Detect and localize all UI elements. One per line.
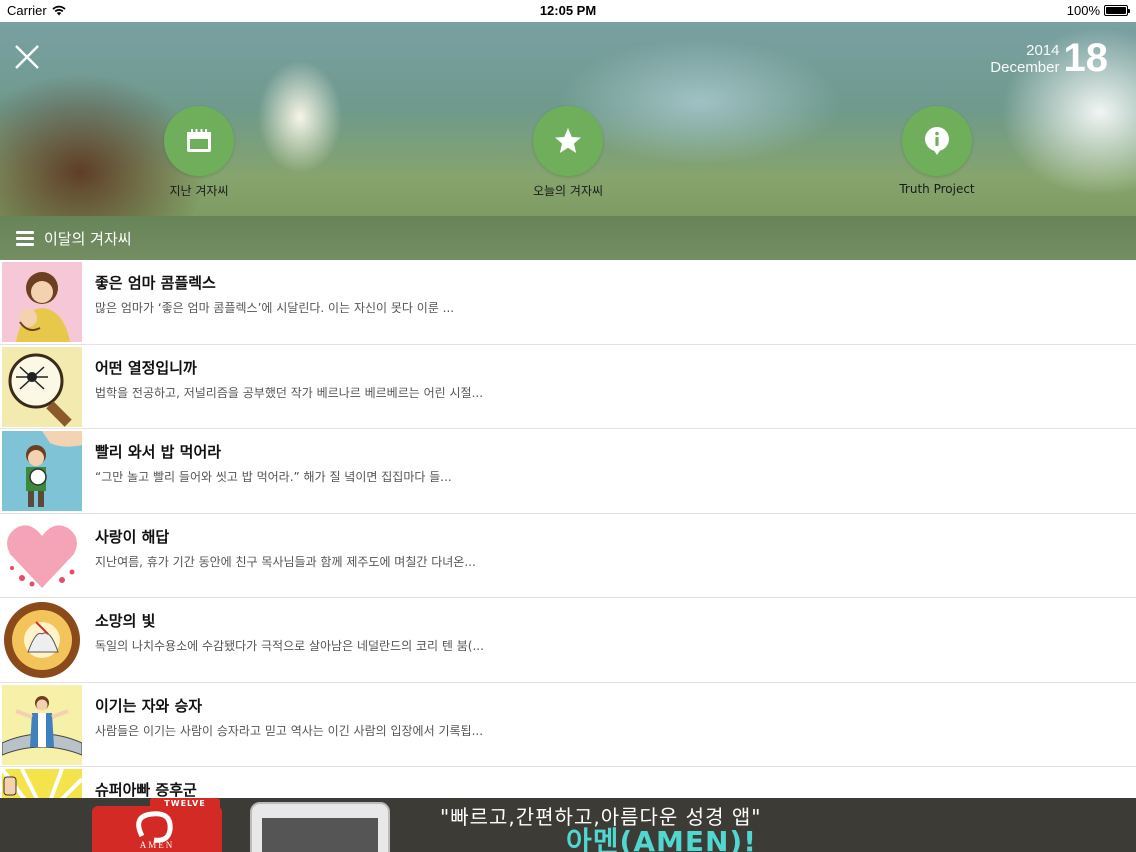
ad-logo-top-text: TWELVE: [150, 798, 220, 810]
amen-app-logo: AMEN: [92, 806, 222, 852]
today-mustard-seed-circle: [533, 106, 603, 176]
past-mustard-seed-circle: [164, 106, 234, 176]
thumbnail-light-image: [2, 600, 82, 680]
section-title: 이달의 겨자씨: [44, 229, 132, 248]
carrier-info: Carrier: [7, 3, 66, 18]
phone-screen: [262, 818, 378, 852]
date-text: 2014 December: [990, 42, 1059, 76]
section-header[interactable]: 이달의 겨자씨: [0, 216, 1136, 260]
close-button[interactable]: [12, 42, 42, 72]
thumbnail-mother-hug-image: [2, 262, 82, 342]
list-item-description: 사람들은 이기는 사람이 승자라고 믿고 역사는 이긴 사람의 입장에서 기록됩…: [95, 723, 484, 738]
truth-project-circle: [902, 106, 972, 176]
article-list: 좋은 엄마 콤플렉스 많은 엄마가 ‘좋은 엄마 콤플렉스’에 시달린다. 이는…: [0, 260, 1136, 798]
battery-info: 100%: [1066, 3, 1130, 18]
thumbnail-super-dad-image: [2, 769, 82, 798]
list-item-description: 법학을 전공하고, 저널리즘을 공부했던 작가 베르나르 베르베르는 어린 시절…: [95, 385, 484, 400]
list-item-title: 슈퍼아빠 증후군: [95, 781, 197, 798]
thumbnail-heart-image: [2, 515, 82, 596]
star-icon: [555, 128, 581, 153]
thumbnail-victor-image: [2, 684, 82, 765]
thumbnail-boy-ball-image: [2, 431, 82, 511]
list-item-title: 소망의 빛: [95, 612, 156, 630]
status-bar: Carrier 12:05 PM 100%: [0, 0, 1136, 22]
list-item-description: 독일의 나치수용소에 수감됐다가 극적으로 살아남은 네덜란드의 코리 텐 붐(…: [95, 639, 484, 653]
past-mustard-seed-label: 지난 겨자씨: [169, 184, 229, 198]
list-item[interactable]: 빨리 와서 밥 먹어라 “그만 놀고 빨리 들어와 씻고 밥 먹어라.” 해가 …: [0, 429, 1136, 514]
past-mustard-seed-button[interactable]: 지난 겨자씨: [129, 106, 269, 199]
ad-headline: 아멘(AMEN)!: [566, 825, 757, 852]
list-item-title: 빨리 와서 밥 먹어라: [95, 443, 222, 461]
list-item-description: 많은 엄마가 ‘좋은 엄마 콤플렉스’에 시달린다. 이는 자신이 못다 이룬 …: [95, 301, 455, 315]
phone-image: [250, 802, 390, 852]
list-item[interactable]: 어떤 열정입니까 법학을 전공하고, 저널리즘을 공부했던 작가 베르나르 베르…: [0, 344, 1136, 429]
date-month: December: [990, 58, 1060, 76]
battery-icon: [1104, 5, 1130, 16]
list-item-title: 어떤 열정입니까: [95, 358, 197, 377]
battery-percent: 100%: [1066, 3, 1100, 18]
list-item[interactable]: 소망의 빛 독일의 나치수용소에 수감됐다가 극적으로 살아남은 네덜란드의 코…: [0, 598, 1136, 683]
today-mustard-seed-button[interactable]: 오늘의 겨자씨: [498, 106, 638, 199]
list-item[interactable]: 슈퍼아빠 증후군: [0, 767, 1136, 798]
list-item-description: 지난여름, 휴가 기간 동안에 친구 목사님들과 함께 제주도에 며칠간 다녀온…: [95, 554, 476, 569]
list-item-description: “그만 놀고 빨리 들어와 씻고 밥 먹어라.” 해가 질 녘이면 집집마다 들…: [95, 470, 452, 484]
battery-fill: [1106, 7, 1126, 14]
ad-logo-text: AMEN: [139, 840, 175, 850]
info-icon: [925, 127, 949, 155]
today-mustard-seed-label: 오늘의 겨자씨: [532, 184, 604, 198]
wifi-icon: [52, 5, 66, 16]
thumbnail-magnifier-image: [2, 346, 82, 427]
truth-project-label: Truth Project: [899, 182, 975, 196]
close-icon: [15, 45, 39, 69]
date-display: 2014 December 18: [990, 36, 1108, 81]
calendar-icon: [187, 129, 211, 152]
list-item[interactable]: 이기는 자와 승자 사람들은 이기는 사람이 승자라고 믿고 역사는 이긴 사람…: [0, 682, 1136, 767]
ad-banner[interactable]: AMEN TWELVE "빠르고,간편하고,아름다운 성경 앱" 아멘(AMEN…: [0, 798, 1136, 852]
list-item[interactable]: 사랑이 해답 지난여름, 휴가 기간 동안에 친구 목사님들과 함께 제주도에 …: [0, 513, 1136, 598]
list-item[interactable]: 좋은 엄마 콤플렉스 많은 엄마가 ‘좋은 엄마 콤플렉스’에 시달린다. 이는…: [0, 260, 1136, 345]
truth-project-button[interactable]: Truth Project: [867, 106, 1007, 196]
list-item-title: 사랑이 해답: [95, 527, 170, 546]
header-hero: 2014 December 18 지난 겨자씨 오늘의 겨자씨 Truth Pr…: [0, 22, 1136, 216]
menu-icon[interactable]: [16, 230, 34, 246]
list-item-title: 좋은 엄마 콤플렉스: [95, 274, 216, 292]
list-item-title: 이기는 자와 승자: [95, 696, 203, 715]
carrier-label: Carrier: [7, 3, 47, 18]
date-day: 18: [1063, 36, 1109, 80]
date-year: 2014: [1026, 41, 1060, 59]
status-time: 12:05 PM: [539, 3, 597, 18]
